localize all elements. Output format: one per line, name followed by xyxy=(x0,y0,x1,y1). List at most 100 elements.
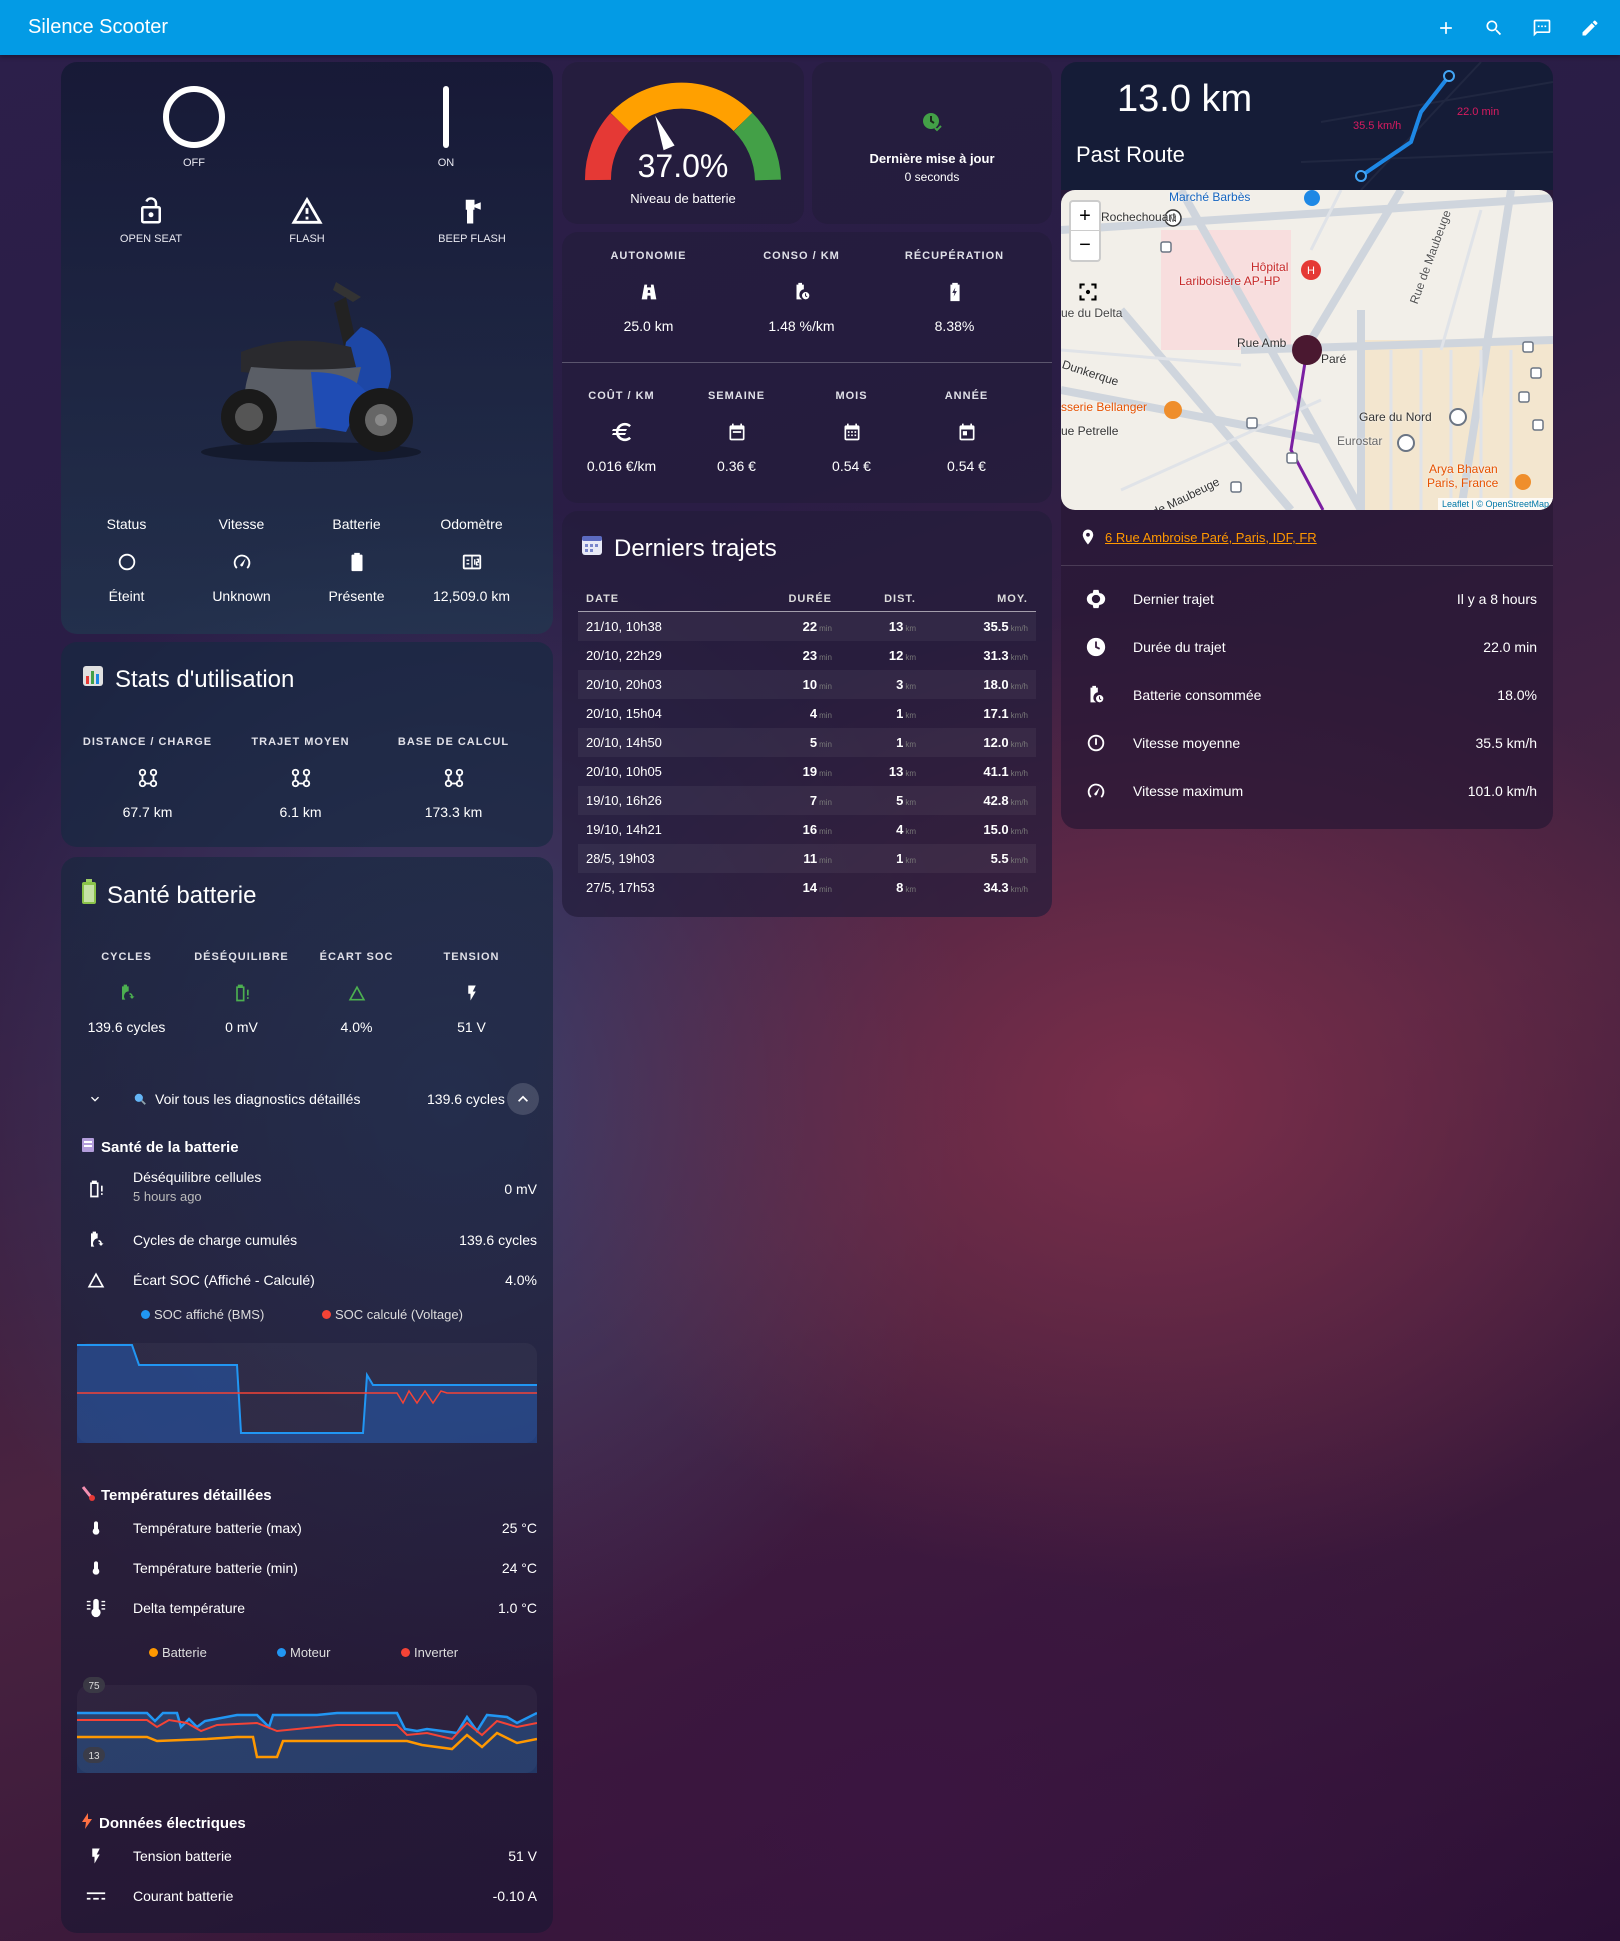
trip-duration: 4 min xyxy=(809,705,832,721)
battery-icon xyxy=(299,550,414,574)
vector-icon xyxy=(224,766,377,790)
zoom-in-button[interactable]: + xyxy=(1071,202,1099,231)
lock-open-icon xyxy=(141,197,161,224)
map-label: Paré xyxy=(1321,352,1347,366)
battery-title-text: Santé batterie xyxy=(107,881,257,909)
trip-average: 18.0 km/h xyxy=(924,669,1036,699)
cell-imbalance-value: 0 mV xyxy=(504,1181,537,1197)
zoom-out-button[interactable]: − xyxy=(1071,231,1099,260)
battery-voltage-row: Tension batterie 51 V xyxy=(61,1841,553,1871)
trip-distance: 5 km xyxy=(840,785,924,815)
expander-label: Voir tous les diagnostics détaillés xyxy=(155,1091,361,1107)
chevron-up-button[interactable] xyxy=(507,1083,539,1115)
beep-flash-button[interactable]: BEEP FLASH xyxy=(417,194,527,245)
scooter-stat-0-label: Status xyxy=(106,516,147,532)
battery-emoji-icon xyxy=(81,879,97,912)
trip-duration: 16 min xyxy=(802,821,832,837)
battery-current-icon xyxy=(83,1885,109,1907)
delta-icon xyxy=(299,981,414,1005)
map-label: Lariboisière AP-HP xyxy=(1179,274,1281,288)
trip-row[interactable]: 20/10, 10h05 19 min 13 km 41.1 km/h xyxy=(578,757,1036,786)
fit-bounds-icon[interactable] xyxy=(1078,282,1098,302)
temp-legend: Batterie Moteur Inverter xyxy=(61,1645,553,1665)
trip-row[interactable]: 20/10, 15h04 4 min 1 km 17.1 km/h xyxy=(578,699,1036,728)
usage-title-text: Stats d'utilisation xyxy=(115,665,295,693)
trip-row[interactable]: 21/10, 10h38 22 min 13 km 35.5 km/h xyxy=(578,611,1036,641)
trip-row[interactable]: 28/5, 19h03 11 min 1 km 5.5 km/h xyxy=(578,843,1036,873)
power-on-button[interactable]: ON xyxy=(401,84,491,169)
battery-current-value: -0.10 A xyxy=(492,1888,537,1904)
efficiency-bottom-1-label: SEMAINE xyxy=(707,390,766,402)
battery-voltage-label: Tension batterie xyxy=(133,1848,232,1864)
search-icon[interactable] xyxy=(1482,16,1506,40)
usage-stat-2-value: 173.3 km xyxy=(424,804,483,820)
trips-header-row: DATE DURÉE DIST. MOY. xyxy=(578,587,1036,612)
col-duration: DURÉE xyxy=(748,587,840,612)
trips-title: Derniers trajets xyxy=(580,533,777,564)
power-off-button[interactable]: OFF xyxy=(149,84,239,169)
avg-speed-label: Vitesse moyenne xyxy=(1133,735,1241,751)
efficiency-top-2-value: 8.38% xyxy=(934,318,975,334)
last-trip-value: Il y a 8 hours xyxy=(1456,591,1537,607)
usage-stat-1: TRAJET MOYEN 6.1 km xyxy=(224,736,377,820)
beep-flash-label: BEEP FLASH xyxy=(438,233,506,245)
soc-history-chart xyxy=(77,1343,537,1443)
cell-imbalance-icon xyxy=(83,1178,109,1200)
battery-stat-1-value: 0 mV xyxy=(225,1019,258,1035)
trip-row[interactable]: 19/10, 14h21 16 min 4 km 15.0 km/h xyxy=(578,815,1036,844)
trip-row[interactable]: 19/10, 16h26 7 min 5 km 42.8 km/h xyxy=(578,785,1036,815)
vector-icon xyxy=(71,766,224,790)
route-header: 13.0 km Past Route 35.5 km/h 22.0 min xyxy=(1061,62,1553,190)
trip-row[interactable]: 20/10, 20h03 10 min 3 km 18.0 km/h xyxy=(578,669,1036,699)
efficiency-top-0-label: AUTONOMIE xyxy=(610,250,687,262)
trip-average: 17.1 km/h xyxy=(983,705,1028,721)
map-label: Hôpital xyxy=(1251,260,1289,274)
efficiency-top-2: RÉCUPÉRATION 8.38% xyxy=(878,250,1031,334)
trips-card: Derniers trajets DATE DURÉE DIST. MOY. 2… xyxy=(562,511,1052,917)
chevron-down-icon xyxy=(91,1096,99,1102)
trip-row[interactable]: 20/10, 22h29 23 min 12 km 31.3 km/h xyxy=(578,641,1036,670)
map-label: Marché Barbès xyxy=(1169,190,1251,204)
edit-pencil-icon[interactable] xyxy=(1578,16,1602,40)
max-speed-row: Vitesse maximum 101.0 km/h xyxy=(1061,776,1553,806)
temp-battery-max-label: Température batterie (max) xyxy=(133,1520,302,1536)
trip-date: 20/10, 22h29 xyxy=(586,647,662,663)
flash-button[interactable]: FLASH xyxy=(257,194,357,245)
trip-distance: 1 km xyxy=(896,705,916,721)
calendar-emoji-icon xyxy=(580,533,604,564)
diagnostics-expander[interactable]: Voir tous les diagnostics détaillés 139.… xyxy=(61,1079,553,1119)
trip-average: 34.3 km/h xyxy=(983,879,1028,895)
horn-icon xyxy=(465,199,481,224)
temp-legend-motor: Moteur xyxy=(277,1645,330,1660)
trip-row[interactable]: 20/10, 14h50 5 min 1 km 12.0 km/h xyxy=(578,727,1036,757)
battery-sheet-icon xyxy=(81,1137,95,1157)
battery-stat-1-label: DÉSÉQUILIBRE xyxy=(194,951,289,963)
map-label: Paris, France xyxy=(1427,476,1499,490)
trip-average: 15.0 km/h xyxy=(983,821,1028,837)
address-divider xyxy=(1061,565,1553,566)
assist-chat-icon[interactable] xyxy=(1530,16,1554,40)
trip-row[interactable]: 27/5, 17h53 14 min 8 km 34.3 km/h xyxy=(578,873,1036,902)
trip-distance: 4 km xyxy=(896,821,916,837)
battery-stat-1: DÉSÉQUILIBRE 0 mV xyxy=(184,951,299,1035)
trip-average: 42.8 km/h xyxy=(924,785,1036,815)
address-link[interactable]: 6 Rue Ambroise Paré, Paris, IDF, FR xyxy=(1105,530,1317,545)
avg-speed-row: Vitesse moyenne 35.5 km/h xyxy=(1061,728,1553,758)
temp-title-text: Températures détaillées xyxy=(101,1486,272,1504)
map-view[interactable]: H M Marché Barbès Rochechouart Hôpital Lari… xyxy=(1061,190,1553,510)
magnifier-icon xyxy=(134,1093,146,1105)
efficiency-bottom-1: SEMAINE 0.36 € xyxy=(679,390,794,474)
efficiency-top-1-label: CONSO / KM xyxy=(763,250,840,262)
trip-date: 19/10, 16h26 xyxy=(578,785,748,815)
trip-average: 5.5 km/h xyxy=(924,843,1036,873)
last-trip-row: Dernier trajet Il y a 8 hours xyxy=(1061,584,1553,614)
bar-chart-icon xyxy=(81,664,105,695)
open-seat-button[interactable]: OPEN SEAT xyxy=(101,194,201,245)
add-icon[interactable] xyxy=(1434,16,1458,40)
trip-average: 12.0 km/h xyxy=(924,727,1036,757)
battery-current-row: Courant batterie -0.10 A xyxy=(61,1881,553,1911)
cell-imbalance-label: Déséquilibre cellules 5 hours ago xyxy=(133,1169,262,1204)
battery-title: Santé batterie xyxy=(81,879,256,912)
temp-battery-min-icon xyxy=(83,1557,109,1579)
map-label: Gare du Nord xyxy=(1359,410,1432,424)
